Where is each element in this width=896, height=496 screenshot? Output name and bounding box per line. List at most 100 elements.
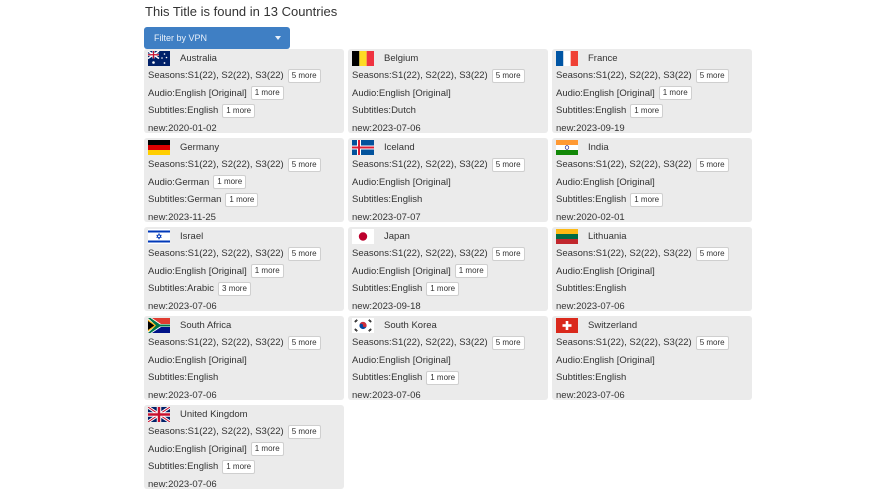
seasons-more-button[interactable]: 5 more — [287, 68, 321, 83]
seasons-more-button[interactable]: 5 more — [287, 335, 321, 350]
subtitles-text: Subtitles:English — [556, 194, 627, 206]
audio-more-button[interactable]: 1 more — [250, 264, 284, 279]
seasons-more-button[interactable]: 5 more — [287, 424, 321, 439]
audio-more-button[interactable]: 1 more — [250, 86, 284, 101]
country-header: Belgium — [352, 49, 544, 67]
seasons-more-button[interactable]: 5 more — [695, 68, 729, 83]
subtitles-line: Subtitles:Dutch — [352, 102, 544, 120]
flag-switzerland-icon — [556, 317, 578, 333]
audio-text: Audio:English [Original] — [352, 354, 451, 366]
country-name: United Kingdom — [180, 408, 248, 420]
flag-lithuania-icon — [556, 228, 578, 244]
page-title: This Title is found in 13 Countries — [145, 4, 338, 19]
subtitles-more-button[interactable]: 1 more — [222, 459, 256, 474]
new-date-text: new:2023-07-06 — [556, 300, 625, 312]
seasons-text: Seasons:S1(22), S2(22), S3(22) — [148, 426, 284, 438]
seasons-more-button[interactable]: 5 more — [695, 335, 729, 350]
seasons-text: Seasons:S1(22), S2(22), S3(22) — [148, 248, 284, 260]
subtitles-more-button[interactable]: 1 more — [630, 192, 664, 207]
audio-line: Audio:English [Original] — [352, 174, 544, 192]
subtitles-line: Subtitles:German 1 more — [148, 191, 340, 209]
country-name: India — [588, 141, 609, 153]
new-date-line: new:2020-02-01 — [556, 209, 748, 227]
audio-more-button[interactable]: 1 more — [658, 86, 692, 101]
audio-text: Audio:German — [148, 176, 210, 188]
new-date-text: new:2020-02-01 — [556, 211, 625, 223]
seasons-more-button[interactable]: 5 more — [287, 246, 321, 261]
new-date-text: new:2023-07-07 — [352, 211, 421, 223]
country-header: Australia — [148, 49, 340, 67]
country-header: Lithuania — [556, 227, 748, 245]
subtitles-more-button[interactable]: 3 more — [218, 281, 251, 296]
flag-france-icon — [556, 50, 578, 66]
subtitles-text: Subtitles:English — [556, 283, 627, 295]
country-header: Japan — [352, 227, 544, 245]
subtitles-line: Subtitles:English — [556, 369, 748, 387]
audio-line: Audio:English [Original] — [556, 263, 748, 281]
audio-text: Audio:English [Original] — [148, 265, 247, 277]
country-header: South Africa — [148, 316, 340, 334]
seasons-text: Seasons:S1(22), S2(22), S3(22) — [148, 159, 284, 171]
seasons-more-button[interactable]: 5 more — [491, 335, 525, 350]
subtitles-more-button[interactable]: 1 more — [222, 103, 256, 118]
new-date-text: new:2023-11-25 — [148, 211, 216, 223]
flag-israel-icon — [148, 228, 170, 244]
seasons-line: Seasons:S1(22), S2(22), S3(22) 5 more — [556, 67, 748, 85]
flag-south-africa-icon — [148, 317, 170, 333]
seasons-line: Seasons:S1(22), S2(22), S3(22) 5 more — [352, 245, 544, 263]
seasons-line: Seasons:S1(22), S2(22), S3(22) 5 more — [352, 334, 544, 352]
seasons-more-button[interactable]: 5 more — [491, 157, 525, 172]
audio-more-button[interactable]: 1 more — [213, 175, 247, 190]
country-card: France Seasons:S1(22), S2(22), S3(22) 5 mo… — [552, 49, 752, 134]
country-header: Switzerland — [556, 316, 748, 334]
seasons-text: Seasons:S1(22), S2(22), S3(22) — [556, 337, 692, 349]
seasons-line: Seasons:S1(22), S2(22), S3(22) 5 more — [352, 67, 544, 85]
seasons-text: Seasons:S1(22), S2(22), S3(22) — [556, 70, 692, 82]
seasons-line: Seasons:S1(22), S2(22), S3(22) 5 more — [556, 156, 748, 174]
seasons-line: Seasons:S1(22), S2(22), S3(22) 5 more — [148, 334, 340, 352]
seasons-more-button[interactable]: 5 more — [695, 246, 729, 261]
new-date-line: new:2023-07-06 — [556, 387, 748, 405]
audio-more-button[interactable]: 1 more — [454, 264, 488, 279]
country-card: Switzerland Seasons:S1(22), S2(22), S3(22… — [552, 316, 752, 401]
seasons-more-button[interactable]: 5 more — [491, 246, 525, 261]
vpn-filter-label: Filter by VPN — [154, 33, 208, 43]
flag-japan-icon — [352, 228, 374, 244]
subtitles-more-button[interactable]: 1 more — [630, 103, 664, 118]
country-name: Australia — [180, 52, 217, 64]
subtitles-line: Subtitles:English — [148, 369, 340, 387]
subtitles-line: Subtitles:English 1 more — [556, 102, 748, 120]
new-date-text: new:2023-07-06 — [352, 389, 421, 401]
subtitles-more-button[interactable]: 1 more — [426, 281, 460, 296]
seasons-text: Seasons:S1(22), S2(22), S3(22) — [148, 70, 284, 82]
country-card: Australia Seasons:S1(22), S2(22), S3(22) 5… — [144, 49, 344, 134]
subtitles-text: Subtitles:Arabic — [148, 283, 215, 295]
country-header: Iceland — [352, 138, 544, 156]
country-card: South Africa Seasons:S1(22), S2(22), S3(2… — [144, 316, 344, 401]
country-name: Belgium — [384, 52, 419, 64]
seasons-line: Seasons:S1(22), S2(22), S3(22) 5 more — [148, 245, 340, 263]
new-date-line: new:2023-07-06 — [352, 120, 544, 138]
subtitles-text: Subtitles:English — [148, 372, 219, 384]
country-header: Germany — [148, 138, 340, 156]
audio-line: Audio:English [Original] 1 more — [352, 263, 544, 281]
seasons-more-button[interactable]: 5 more — [287, 157, 321, 172]
new-date-text: new:2023-07-06 — [148, 389, 217, 401]
vpn-filter-dropdown[interactable]: Filter by VPN — [144, 27, 290, 49]
flag-iceland-icon — [352, 139, 374, 155]
subtitles-line: Subtitles:English 1 more — [352, 369, 544, 387]
country-card: United Kingdom Seasons:S1(22), S2(22), S3… — [144, 405, 344, 490]
seasons-more-button[interactable]: 5 more — [491, 68, 525, 83]
audio-text: Audio:English [Original] — [556, 176, 655, 188]
subtitles-text: Subtitles:Dutch — [352, 105, 416, 117]
seasons-more-button[interactable]: 5 more — [695, 157, 729, 172]
audio-line: Audio:English [Original] — [148, 352, 340, 370]
subtitles-more-button[interactable]: 1 more — [225, 192, 259, 207]
audio-line: Audio:English [Original] — [556, 352, 748, 370]
country-header: France — [556, 49, 748, 67]
new-date-line: new:2020-01-02 — [148, 120, 340, 138]
subtitles-more-button[interactable]: 1 more — [426, 370, 460, 385]
country-card: Lithuania Seasons:S1(22), S2(22), S3(22) 5… — [552, 227, 752, 312]
audio-more-button[interactable]: 1 more — [250, 442, 284, 457]
new-date-line: new:2023-07-06 — [556, 298, 748, 316]
